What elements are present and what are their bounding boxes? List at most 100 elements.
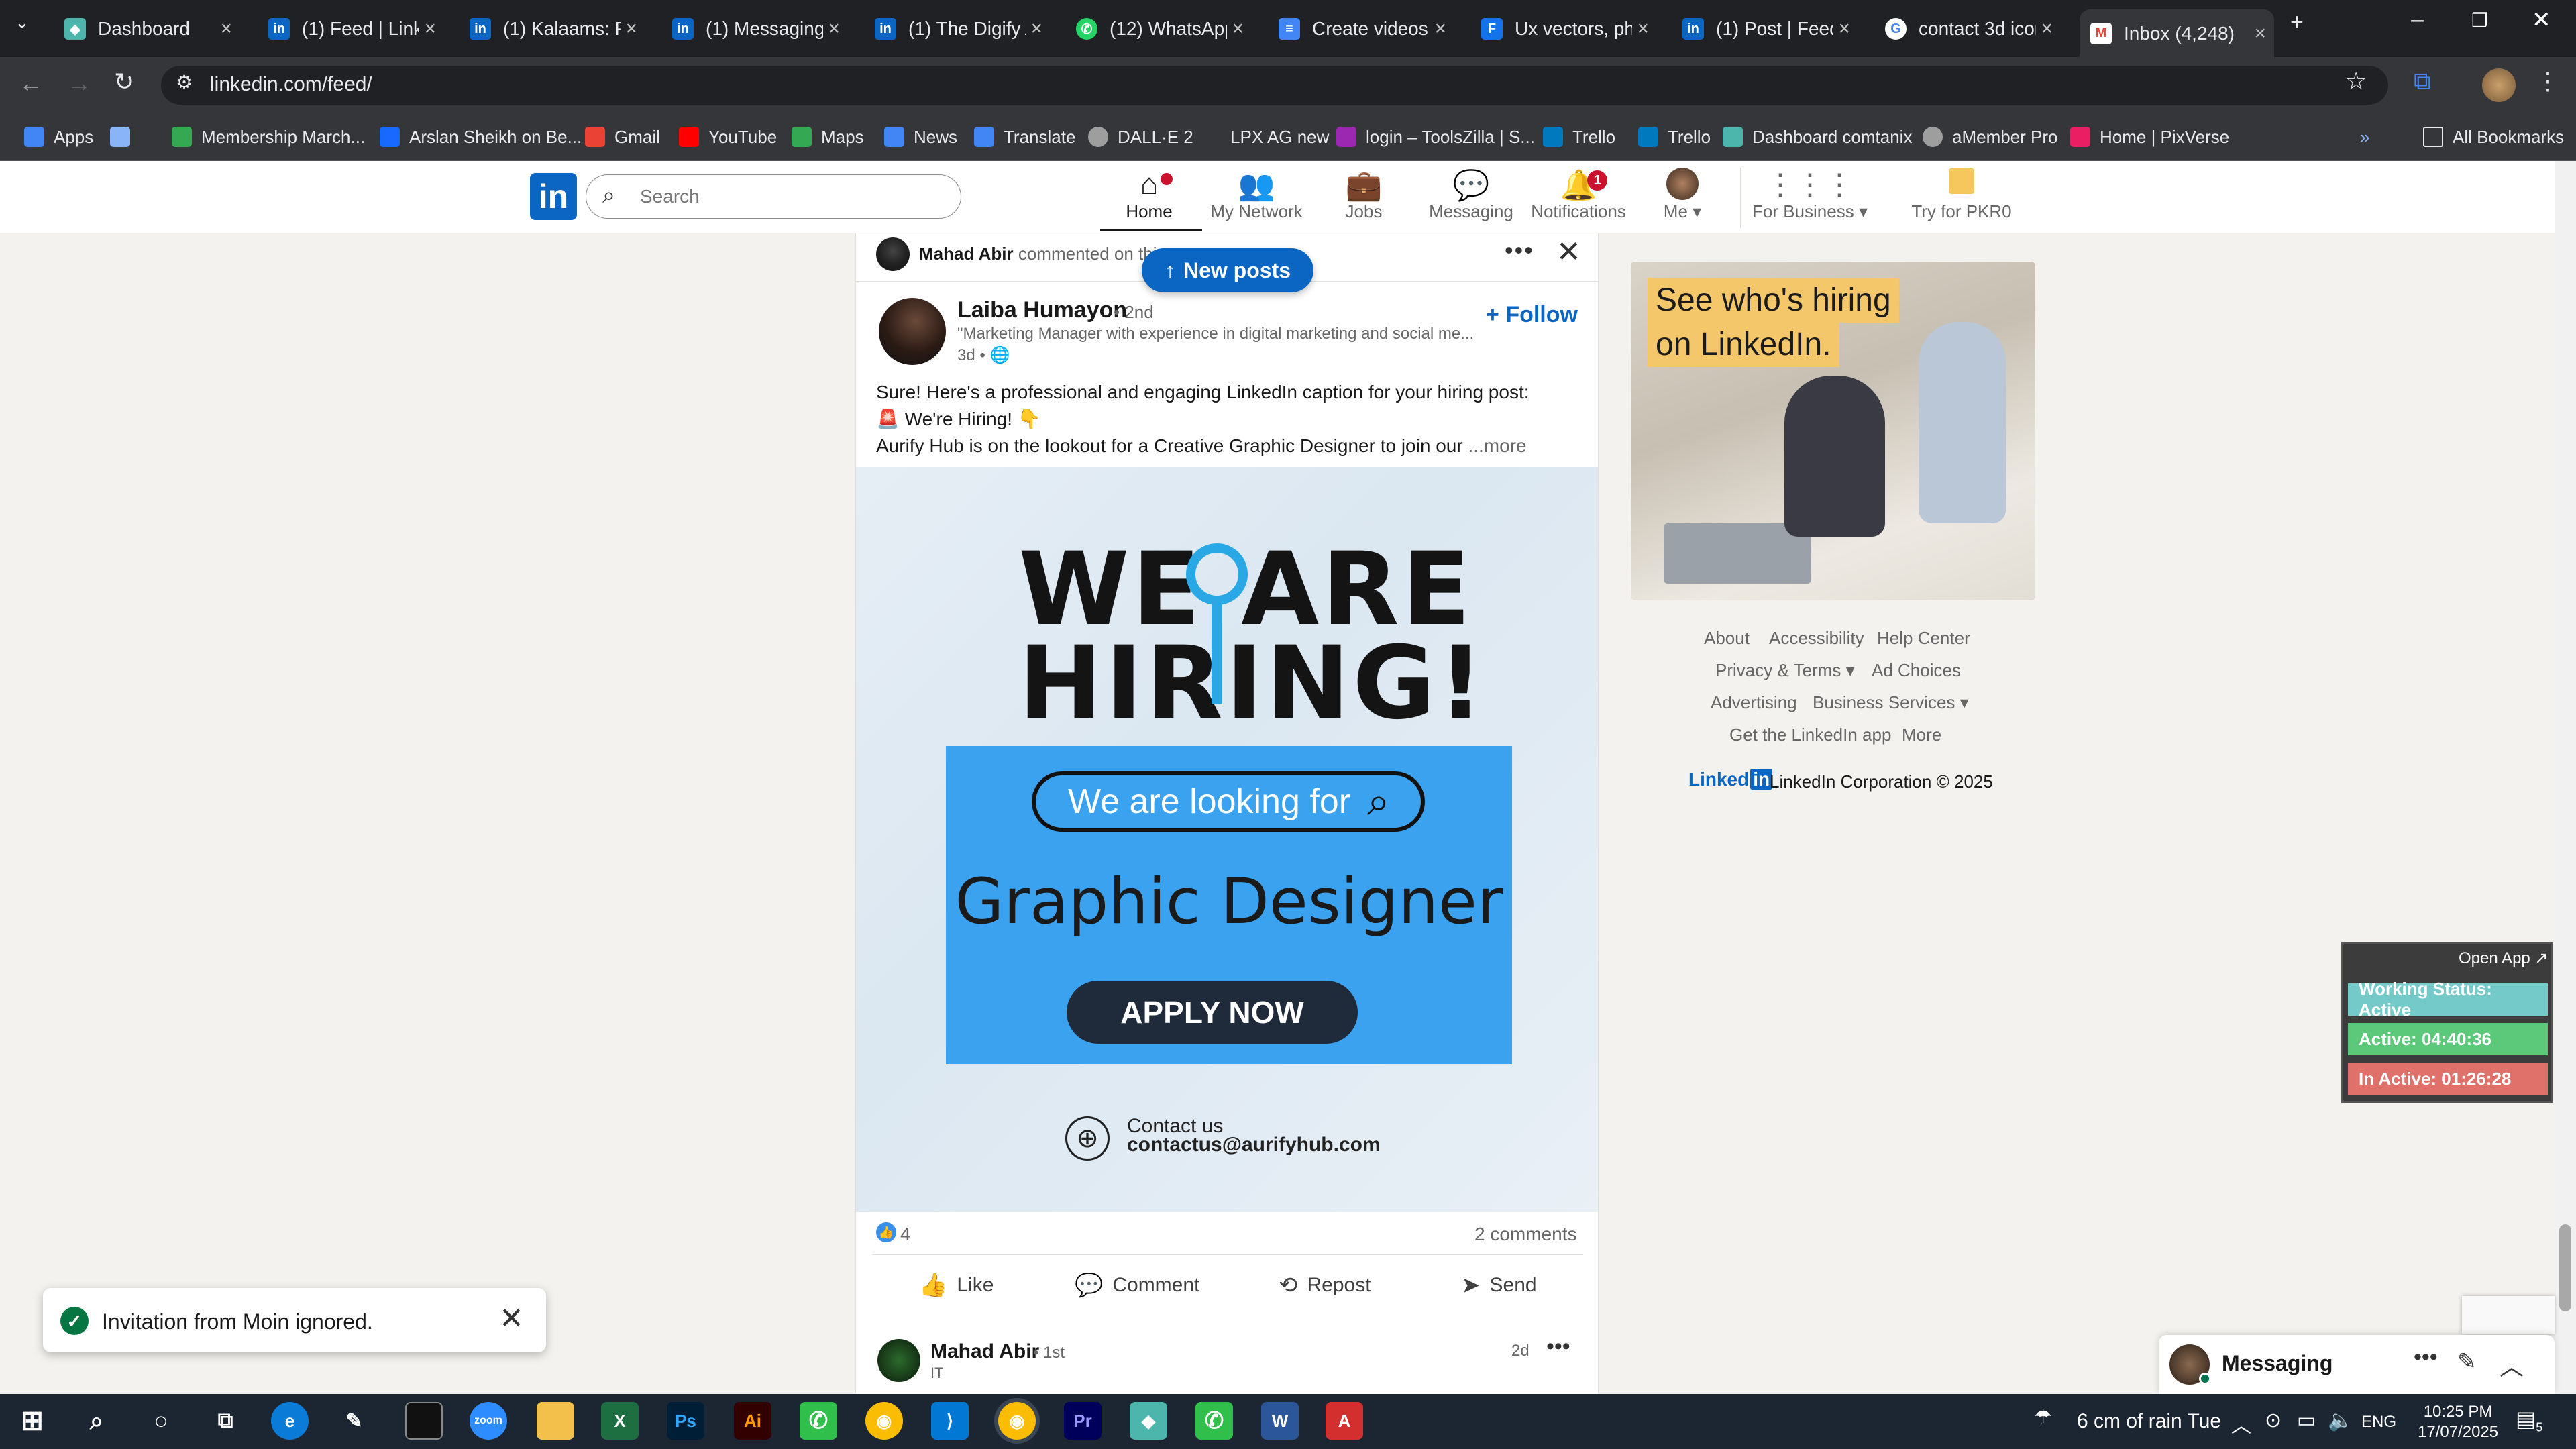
close-icon[interactable]: × bbox=[1232, 17, 1244, 40]
premiere-icon[interactable]: Pr bbox=[1064, 1402, 1102, 1440]
taskbar-clock[interactable]: 10:25 PM 17/07/2025 bbox=[2418, 1402, 2498, 1442]
tab-digify[interactable]: in (1) The Digify A × bbox=[875, 9, 1042, 48]
tab-feed[interactable]: in (1) Feed | LinkedIn × bbox=[268, 9, 436, 48]
tab-messaging[interactable]: in (1) Messaging × bbox=[672, 9, 840, 48]
minimize-icon[interactable]: – bbox=[2411, 7, 2424, 33]
next-post-author[interactable]: Mahad Abir bbox=[930, 1340, 1039, 1363]
photoshop-icon[interactable]: Ps bbox=[667, 1402, 704, 1440]
footer-ad-choices[interactable]: Ad Choices bbox=[1872, 660, 1961, 681]
nav-messaging[interactable]: 💬 Messaging bbox=[1414, 168, 1528, 222]
messaging-label[interactable]: Messaging bbox=[2222, 1351, 2332, 1376]
language-indicator[interactable]: ENG bbox=[2361, 1413, 2396, 1432]
bookmark-toolszilla[interactable]: login – ToolsZilla | S... bbox=[1336, 123, 1535, 150]
messaging-dock[interactable] bbox=[2159, 1335, 2555, 1394]
comment-button[interactable]: 💬 Comment bbox=[1075, 1272, 1199, 1299]
tab-contact-3d-icon[interactable]: G contact 3d icon × bbox=[1885, 9, 2053, 48]
footer-privacy-terms[interactable]: Privacy & Terms ▾ bbox=[1715, 660, 1855, 681]
terminal-icon[interactable] bbox=[405, 1402, 443, 1440]
close-icon[interactable]: × bbox=[1434, 17, 1446, 40]
bookmark-dalle[interactable]: DALL·E 2 bbox=[1088, 123, 1193, 150]
post-dismiss-icon[interactable]: ✕ bbox=[1556, 235, 1581, 269]
task-view-icon[interactable]: ⧉ bbox=[207, 1402, 244, 1440]
url-text[interactable]: linkedin.com/feed/ bbox=[210, 73, 372, 96]
tab-search-chevron-icon[interactable]: ⌄ bbox=[15, 12, 30, 33]
network-tray-icon[interactable]: ▭ bbox=[2297, 1409, 2316, 1432]
close-icon[interactable]: × bbox=[1030, 17, 1042, 40]
acrobat-icon[interactable]: A bbox=[1326, 1402, 1363, 1440]
action-center-icon[interactable]: ▤5 bbox=[2516, 1406, 2542, 1434]
forward-arrow-icon[interactable]: → bbox=[67, 69, 91, 97]
tab-gmail-inbox[interactable]: M Inbox (4,248) × bbox=[2080, 9, 2274, 57]
back-arrow-icon[interactable]: ← bbox=[19, 69, 43, 97]
footer-business-services[interactable]: Business Services ▾ bbox=[1813, 692, 1969, 713]
close-icon[interactable]: × bbox=[220, 17, 232, 40]
repost-button[interactable]: ⟲ Repost bbox=[1279, 1272, 1371, 1299]
illustrator-icon[interactable]: Ai bbox=[734, 1402, 771, 1440]
tab-create-videos[interactable]: ≡ Create videos × bbox=[1279, 9, 1446, 48]
bookmark-translate[interactable]: Translate bbox=[974, 123, 1075, 150]
footer-about[interactable]: About bbox=[1704, 628, 1750, 649]
bookmark-apps[interactable]: Apps bbox=[24, 123, 93, 150]
new-posts-button[interactable]: ↑ New posts bbox=[1142, 248, 1313, 292]
close-icon[interactable]: × bbox=[625, 17, 637, 40]
restore-icon[interactable]: ❐ bbox=[2471, 9, 2488, 32]
close-icon[interactable]: × bbox=[1637, 17, 1649, 40]
bookmark-pixverse[interactable]: Home | PixVerse bbox=[2070, 123, 2229, 150]
bookmark-behance[interactable]: Arslan Sheikh on Be... bbox=[380, 123, 582, 150]
edge-icon[interactable]: e bbox=[271, 1402, 309, 1440]
browser-menu-icon[interactable]: ⋮ bbox=[2536, 67, 2560, 95]
context-actor-avatar[interactable] bbox=[876, 237, 910, 271]
bookmark-lpx[interactable]: LPX AG new bbox=[1201, 123, 1329, 150]
tab-whatsapp[interactable]: ✆ (12) WhatsApp × bbox=[1076, 9, 1244, 48]
nav-jobs[interactable]: 💼 Jobs bbox=[1307, 168, 1421, 222]
compose-message-icon[interactable]: ✎ bbox=[2457, 1348, 2477, 1375]
bookmark-grid[interactable] bbox=[110, 123, 140, 150]
volume-icon[interactable]: 🔈 bbox=[2328, 1409, 2353, 1432]
tab-dashboard[interactable]: ◆ Dashboard × bbox=[64, 9, 232, 48]
bookmark-comtanix[interactable]: Dashboard comtanix bbox=[1723, 123, 1912, 150]
nav-my-network[interactable]: 👥 My Network bbox=[1199, 168, 1313, 222]
nav-for-business[interactable]: ⋮⋮⋮ For Business ▾ bbox=[1750, 168, 1870, 222]
messaging-more-icon[interactable]: ••• bbox=[2414, 1344, 2438, 1371]
phone-app-icon[interactable]: ✆ bbox=[800, 1402, 837, 1440]
footer-accessibility[interactable]: Accessibility bbox=[1769, 628, 1864, 649]
phone-app-2-icon[interactable]: ✆ bbox=[1195, 1402, 1233, 1440]
zoom-icon[interactable]: zoom bbox=[470, 1402, 507, 1440]
close-icon[interactable]: × bbox=[828, 17, 840, 40]
bookmark-trello-2[interactable]: Trello bbox=[1638, 123, 1711, 150]
close-window-icon[interactable]: ✕ bbox=[2532, 7, 2551, 34]
bookmark-gmail[interactable]: Gmail bbox=[585, 123, 660, 150]
tab-kalaams[interactable]: in (1) Kalaams: Po × bbox=[470, 9, 637, 48]
nav-home[interactable]: ⌂ Home bbox=[1092, 168, 1206, 222]
post-more-options-icon[interactable]: ••• bbox=[1505, 236, 1534, 264]
bookmark-youtube[interactable]: YouTube bbox=[679, 123, 777, 150]
page-scrollbar[interactable] bbox=[2555, 161, 2576, 1394]
contanix-app-icon[interactable]: ◆ bbox=[1130, 1402, 1167, 1440]
see-more-link[interactable]: ...more bbox=[1468, 435, 1526, 456]
author-name[interactable]: Laiba Humayon bbox=[957, 297, 1127, 323]
follow-button[interactable]: + Follow bbox=[1486, 302, 1578, 328]
comment-count[interactable]: 2 comments bbox=[1474, 1224, 1577, 1245]
vscode-icon[interactable]: ⟩ bbox=[931, 1402, 969, 1440]
file-explorer-icon[interactable] bbox=[537, 1402, 574, 1440]
windows-start-icon[interactable]: ⊞ bbox=[13, 1402, 51, 1440]
bookmark-membership[interactable]: Membership March... bbox=[172, 123, 365, 150]
send-button[interactable]: ➤ Send bbox=[1461, 1272, 1537, 1299]
new-tab-icon[interactable]: + bbox=[2290, 9, 2304, 36]
open-app-link[interactable]: Open App ↗ bbox=[2459, 949, 2548, 968]
search-icon[interactable]: ⌕ bbox=[78, 1402, 115, 1440]
author-avatar[interactable] bbox=[879, 298, 946, 365]
toast-close-icon[interactable]: ✕ bbox=[499, 1301, 524, 1336]
word-icon[interactable]: W bbox=[1261, 1402, 1299, 1440]
all-bookmarks[interactable]: All Bookmarks bbox=[2423, 123, 2564, 150]
footer-advertising[interactable]: Advertising bbox=[1711, 692, 1797, 713]
like-reaction-icon[interactable]: 👍 bbox=[876, 1222, 896, 1242]
cortana-icon[interactable]: ○ bbox=[142, 1402, 180, 1440]
close-icon[interactable]: × bbox=[1838, 17, 1850, 40]
chevron-up-icon[interactable]: ︿ bbox=[2500, 1347, 2524, 1382]
next-post-avatar[interactable] bbox=[877, 1339, 920, 1382]
omnibox[interactable] bbox=[161, 66, 2388, 105]
like-button[interactable]: 👍 Like bbox=[919, 1272, 994, 1299]
footer-more[interactable]: More bbox=[1902, 724, 1941, 745]
chrome-active-icon[interactable]: ◉ bbox=[998, 1402, 1036, 1440]
